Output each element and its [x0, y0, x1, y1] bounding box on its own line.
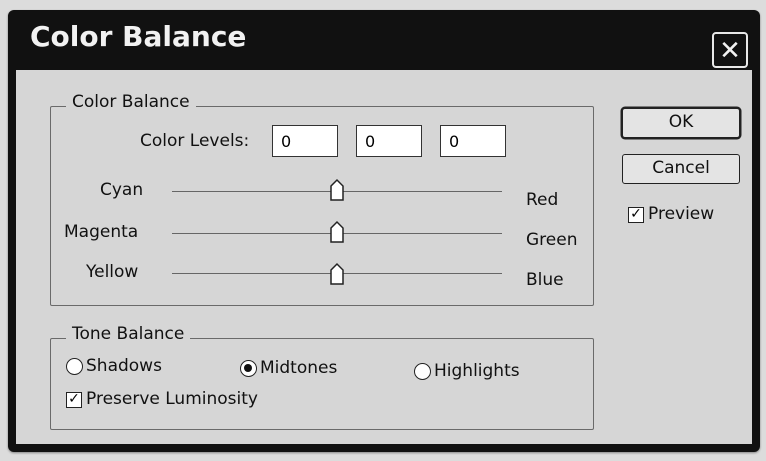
preserve-luminosity-label[interactable]: Preserve Luminosity [86, 389, 258, 409]
highlights-label[interactable]: Highlights [434, 361, 520, 381]
yellow-blue-slider-thumb[interactable] [329, 262, 345, 286]
color-levels-label: Color Levels: [140, 131, 250, 151]
cyan-red-slider-thumb[interactable] [329, 178, 345, 202]
midtones-radio[interactable] [240, 360, 257, 377]
close-button[interactable]: ✕ [712, 32, 748, 68]
dialog-body: Color Balance Color Levels: Cyan Red Mag… [16, 70, 752, 444]
close-icon: ✕ [719, 36, 741, 66]
tone-balance-group [50, 338, 594, 430]
dialog-title: Color Balance [30, 20, 247, 53]
preview-checkbox[interactable]: ✓ [628, 207, 644, 223]
slider-yellow-label: Yellow [86, 262, 139, 282]
color-level-yellow-blue-input[interactable] [440, 125, 506, 157]
color-level-magenta-green-input[interactable] [356, 125, 422, 157]
slider-red-label: Red [526, 190, 559, 210]
slider-blue-label: Blue [526, 270, 564, 290]
midtones-label[interactable]: Midtones [260, 358, 337, 378]
color-level-cyan-red-input[interactable] [272, 125, 338, 157]
title-bar[interactable]: Color Balance ✕ [8, 10, 760, 70]
shadows-label[interactable]: Shadows [86, 356, 162, 376]
tone-balance-group-label: Tone Balance [66, 324, 191, 344]
slider-magenta-label: Magenta [64, 222, 139, 242]
ok-button[interactable]: OK [622, 108, 740, 138]
slider-cyan-label: Cyan [100, 180, 144, 200]
cancel-button[interactable]: Cancel [622, 154, 740, 184]
magenta-green-slider-thumb[interactable] [329, 220, 345, 244]
preserve-luminosity-checkbox[interactable]: ✓ [66, 392, 82, 408]
color-balance-dialog: Color Balance ✕ Color Balance Color Leve… [8, 10, 760, 452]
highlights-radio[interactable] [414, 363, 431, 380]
color-balance-group-label: Color Balance [66, 92, 196, 112]
preview-label[interactable]: Preview [648, 204, 714, 224]
shadows-radio[interactable] [66, 358, 83, 375]
slider-green-label: Green [526, 230, 578, 250]
